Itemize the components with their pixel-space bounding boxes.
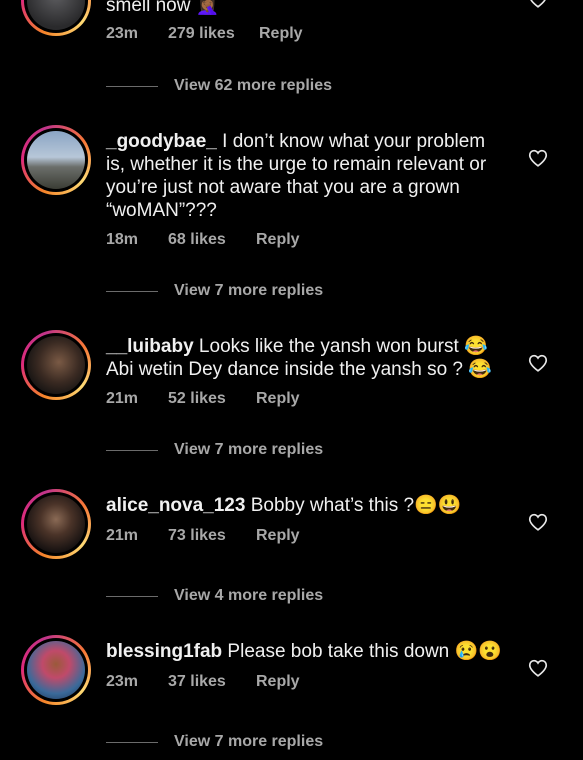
view-replies-label[interactable]: View 62 more replies — [174, 77, 332, 95]
view-replies-button[interactable]: View 4 more replies — [106, 587, 323, 605]
comment-body: Please bob take this down 😢😮 — [222, 641, 502, 662]
comment-text: _goodybae_ I don’t know what your proble… — [106, 130, 506, 222]
comment-text: __luibaby Looks like the yansh won burst… — [106, 335, 506, 381]
reply-button[interactable]: Reply — [256, 527, 300, 545]
heart-outline-icon[interactable] — [527, 352, 549, 374]
comment-time: 23m — [106, 25, 139, 42]
comment-likes[interactable]: 73 likes — [168, 527, 256, 545]
view-replies-label[interactable]: View 4 more replies — [174, 587, 323, 605]
comment-username[interactable]: __luibaby — [106, 336, 194, 357]
comment-meta: 21m 52 likes Reply — [106, 390, 300, 408]
comment-meta: 21m 73 likes Reply — [106, 527, 300, 545]
comment-time: 23m — [106, 673, 139, 690]
replies-divider — [106, 595, 158, 597]
comment-time: 18m — [106, 231, 139, 248]
view-replies-label[interactable]: View 7 more replies — [174, 441, 323, 459]
view-replies-label[interactable]: View 7 more replies — [174, 733, 323, 751]
heart-outline-icon[interactable] — [527, 657, 549, 679]
comment-text: smell now 🤦🏾‍♀️ — [106, 0, 506, 17]
replies-divider — [106, 449, 158, 451]
comment-likes[interactable]: 37 likes — [168, 673, 256, 691]
comment-meta: 23m 279 likes Reply — [106, 25, 303, 43]
reply-button[interactable]: Reply — [259, 25, 303, 43]
comment-text: blessing1fab Please bob take this down 😢… — [106, 640, 506, 663]
view-replies-label[interactable]: View 7 more replies — [174, 282, 323, 300]
comment-text: alice_nova_123 Bobby what’s this ?😑😃 — [106, 494, 506, 517]
replies-divider — [106, 741, 158, 743]
view-replies-button[interactable]: View 7 more replies — [106, 282, 323, 300]
reply-button[interactable]: Reply — [256, 390, 300, 408]
avatar[interactable] — [21, 0, 91, 36]
reply-button[interactable]: Reply — [256, 231, 300, 249]
avatar[interactable] — [21, 635, 91, 705]
heart-outline-icon[interactable] — [527, 0, 549, 10]
comment-meta: 18m 68 likes Reply — [106, 231, 300, 249]
comment-time: 21m — [106, 527, 139, 544]
avatar[interactable] — [21, 330, 91, 400]
replies-divider — [106, 85, 158, 87]
comment-username[interactable]: alice_nova_123 — [106, 495, 245, 516]
replies-divider — [106, 290, 158, 292]
comment-body: Bobby what’s this ?😑😃 — [245, 495, 462, 516]
comment-likes[interactable]: 68 likes — [168, 231, 256, 249]
comments-page: smell now 🤦🏾‍♀️ 23m 279 likes Reply View 6… — [0, 0, 583, 760]
heart-outline-icon[interactable] — [527, 511, 549, 533]
view-replies-button[interactable]: View 7 more replies — [106, 441, 323, 459]
heart-outline-icon[interactable] — [527, 147, 549, 169]
comment-username[interactable]: blessing1fab — [106, 641, 222, 662]
comment-meta: 23m 37 likes Reply — [106, 673, 300, 691]
avatar[interactable] — [21, 125, 91, 195]
avatar[interactable] — [21, 489, 91, 559]
view-replies-button[interactable]: View 7 more replies — [106, 733, 323, 751]
view-replies-button[interactable]: View 62 more replies — [106, 77, 332, 95]
comment-likes[interactable]: 52 likes — [168, 390, 256, 408]
comment-username[interactable]: _goodybae_ — [106, 131, 217, 152]
comment-body: smell now 🤦🏾‍♀️ — [106, 0, 220, 16]
reply-button[interactable]: Reply — [256, 673, 300, 691]
comment-time: 21m — [106, 390, 139, 407]
comment-likes[interactable]: 279 likes — [168, 25, 259, 43]
